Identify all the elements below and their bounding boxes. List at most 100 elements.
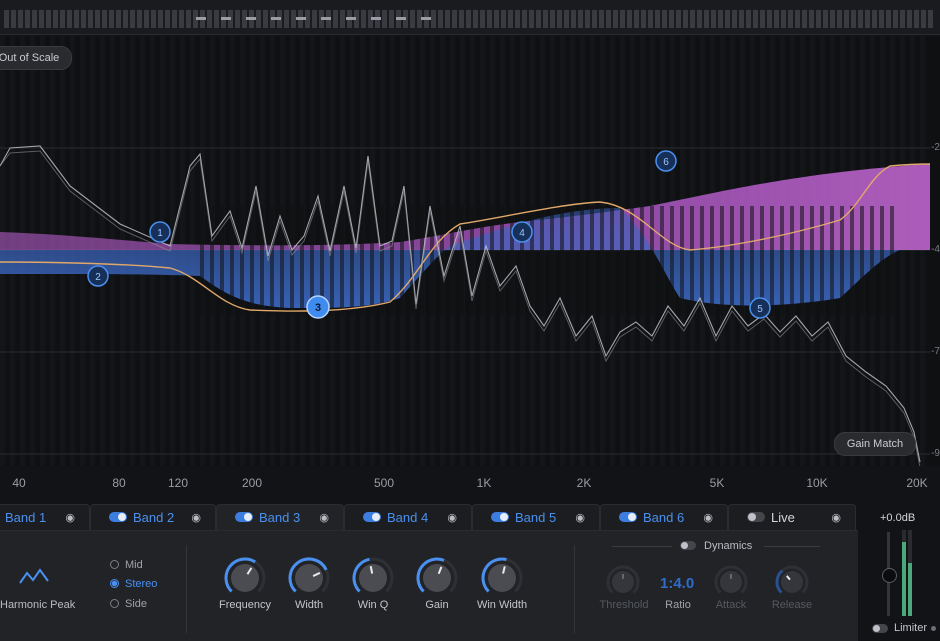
knob-label: Threshold: [599, 599, 649, 611]
tab-label: Band 3: [259, 510, 301, 525]
keyboard-strip[interactable]: [0, 0, 940, 35]
output-meter-left: [902, 530, 906, 616]
headphone-icon[interactable]: ◉: [191, 511, 201, 524]
gain-knob[interactable]: [416, 557, 458, 599]
band-settings-panel: Harmonic Peak Mid Stereo Side Frequency …: [0, 530, 858, 641]
headphone-icon[interactable]: ◉: [65, 511, 75, 524]
tab-label: Band 5: [515, 510, 557, 525]
band-node-6[interactable]: 6: [655, 150, 677, 172]
toggle-icon[interactable]: [491, 512, 509, 522]
knob-label: Ratio: [665, 599, 691, 611]
tab-band-2[interactable]: Band 2 ◉: [90, 504, 216, 530]
db-label: -4: [931, 244, 940, 255]
headphone-icon[interactable]: ◉: [575, 511, 585, 524]
output-section: +0.0dB Limiter: [860, 504, 940, 640]
harmonic-peak-icon[interactable]: [18, 565, 54, 587]
knob-label: Win Width: [476, 599, 528, 611]
toggle-icon[interactable]: [619, 512, 637, 522]
svg-text:3: 3: [315, 302, 321, 314]
freq-label: 5K: [709, 476, 725, 490]
toggle-icon[interactable]: [363, 512, 381, 522]
svg-text:6: 6: [663, 157, 669, 168]
meter-fill: [908, 562, 912, 616]
ratio-value[interactable]: 1:4.0: [660, 575, 694, 592]
limiter-indicator: [931, 626, 936, 631]
width-knob[interactable]: [288, 557, 330, 599]
limiter-toggle[interactable]: [872, 624, 888, 633]
knob-label: Frequency: [219, 599, 271, 611]
eq-plugin-window: 1 2 3 4 5 6 Out of Scale Gain Match -2 -…: [0, 0, 940, 641]
meter-fill: [902, 542, 906, 616]
mode-label: Stereo: [125, 578, 158, 590]
limiter-label: Limiter: [894, 622, 928, 634]
eq-curve-display[interactable]: 1 2 3 4 5 6: [0, 36, 940, 466]
release-knob[interactable]: [775, 565, 809, 599]
radio-icon[interactable]: [110, 560, 119, 569]
out-of-scale-button[interactable]: Out of Scale: [0, 46, 72, 70]
svg-text:4: 4: [519, 228, 525, 239]
headphone-icon[interactable]: ◉: [703, 511, 713, 524]
filter-shape-label[interactable]: Harmonic Peak: [0, 599, 75, 611]
radio-icon[interactable]: [110, 599, 119, 608]
eq-graph[interactable]: 1 2 3 4 5 6 Out of Scale Gain Match -2 -…: [0, 36, 940, 466]
tab-label: Live: [771, 510, 795, 525]
knob-label: Release: [771, 599, 813, 611]
divider: [186, 545, 187, 633]
svg-text:1: 1: [157, 228, 163, 239]
band-node-1[interactable]: 1: [149, 221, 171, 243]
toggle-icon[interactable]: [235, 512, 253, 522]
divider: [612, 546, 672, 547]
freq-label: 200: [241, 476, 263, 490]
output-meter-right: [908, 530, 912, 616]
freq-label: 10K: [806, 476, 828, 490]
tab-label: Band 2: [133, 510, 175, 525]
headphone-icon[interactable]: ◉: [319, 511, 329, 524]
gain-match-button[interactable]: Gain Match: [834, 432, 916, 456]
threshold-knob[interactable]: [606, 565, 640, 599]
knob-label: Gain: [425, 599, 449, 611]
toggle-icon[interactable]: [747, 512, 765, 522]
divider: [574, 545, 575, 633]
win-width-knob[interactable]: [481, 557, 523, 599]
band-node-2[interactable]: 2: [87, 265, 109, 287]
tab-band-5[interactable]: Band 5 ◉: [472, 504, 600, 530]
dynamics-toggle[interactable]: [680, 541, 696, 550]
svg-text:2: 2: [95, 272, 101, 283]
band-node-4[interactable]: 4: [511, 221, 533, 243]
output-gain-value: +0.0dB: [880, 512, 916, 524]
tab-band-1[interactable]: Band 1 ◉: [0, 504, 90, 530]
attack-knob[interactable]: [714, 565, 748, 599]
db-label: -9: [931, 448, 940, 459]
freq-label: 1K: [476, 476, 492, 490]
toggle-icon[interactable]: [109, 512, 127, 522]
headphone-icon[interactable]: ◉: [447, 511, 457, 524]
headphone-icon[interactable]: ◉: [831, 511, 841, 524]
freq-label: 2K: [576, 476, 592, 490]
tab-band-3[interactable]: Band 3 ◉: [216, 504, 344, 532]
freq-label: 120: [167, 476, 189, 490]
freq-label: 20K: [906, 476, 928, 490]
db-label: -2: [931, 142, 940, 153]
band-node-5[interactable]: 5: [749, 297, 771, 319]
dynamics-title: Dynamics: [704, 540, 753, 552]
win-q-knob[interactable]: [352, 557, 394, 599]
mode-stereo[interactable]: Stereo: [110, 578, 157, 590]
output-fader-handle[interactable]: [882, 568, 897, 583]
freq-label: 40: [12, 476, 26, 490]
divider: [764, 546, 820, 547]
tab-label: Band 4: [387, 510, 429, 525]
mode-side[interactable]: Side: [110, 598, 147, 610]
tab-band-4[interactable]: Band 4 ◉: [344, 504, 472, 530]
tab-band-6[interactable]: Band 6 ◉: [600, 504, 728, 530]
frequency-knob[interactable]: [224, 557, 266, 599]
mode-mid[interactable]: Mid: [110, 559, 143, 571]
band-node-3[interactable]: 3: [306, 295, 330, 319]
tab-live[interactable]: Live ◉: [728, 504, 856, 530]
tab-label: Band 6: [643, 510, 685, 525]
radio-icon[interactable]: [110, 579, 119, 588]
keyboard-keys: [4, 10, 933, 28]
knob-label: Attack: [715, 599, 747, 611]
frequency-axis: 40 80 120 200 500 1K 2K 5K 10K 20K: [0, 466, 940, 500]
knob-label: Win Q: [357, 599, 389, 611]
freq-label: 80: [112, 476, 126, 490]
